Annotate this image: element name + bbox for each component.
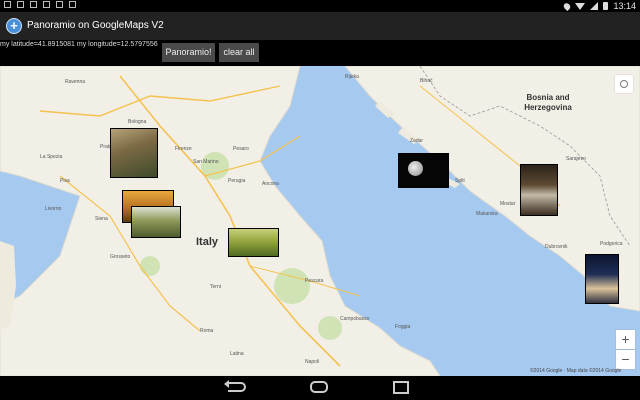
place-label: San Marino	[193, 159, 219, 165]
panoramio-button[interactable]: Panoramio!	[162, 43, 215, 62]
photo-marker-night-tower[interactable]	[585, 254, 619, 304]
signal-icon	[590, 2, 599, 10]
place-label: Zadar	[410, 138, 424, 144]
place-label: Campobasso	[340, 316, 370, 322]
back-icon[interactable]	[224, 380, 246, 392]
place-label: Pisa	[60, 178, 70, 184]
notification-icon	[17, 1, 24, 8]
place-label: Perugia	[228, 178, 246, 184]
coordinates-text: my latitude=41.8915081 my longitude=12.5…	[0, 41, 158, 48]
place-label: Makarska	[476, 211, 498, 217]
location-target-icon	[620, 80, 628, 88]
clear-all-button[interactable]: clear all	[219, 43, 259, 62]
app-compass-icon[interactable]	[6, 18, 22, 34]
place-label: Grosseto	[110, 254, 131, 260]
app-title: Panoramio on GoogleMaps V2	[27, 20, 164, 31]
home-icon[interactable]	[310, 381, 328, 393]
place-label: Split	[455, 178, 465, 184]
place-label: Podgorica	[600, 241, 623, 247]
place-label: Rijeka	[345, 74, 359, 80]
map-attribution: ©2014 Google · Map data ©2014 Google	[530, 368, 622, 374]
zoom-in-button[interactable]: +	[616, 330, 635, 349]
place-label: Ravenna	[65, 79, 86, 85]
notification-icon	[56, 1, 63, 8]
map-view[interactable]: Ravenna Bologna Firenze Prato La Spezia …	[0, 66, 640, 376]
my-location-button[interactable]	[615, 75, 633, 93]
country-label-bosnia: Bosnia and Herzegovina	[524, 93, 572, 112]
notification-icons	[4, 1, 76, 8]
notification-icon	[43, 1, 50, 8]
photo-marker-fields[interactable]	[228, 228, 279, 257]
place-label: La Spezia	[40, 154, 63, 160]
photo-marker-abbey[interactable]	[110, 128, 158, 178]
photo-marker-moon[interactable]	[398, 153, 449, 188]
place-label: Latina	[230, 351, 244, 357]
place-label: Pescara	[305, 278, 324, 284]
navigation-bar	[0, 376, 640, 400]
place-label: Sarajevo	[566, 156, 586, 162]
zoom-out-button[interactable]: −	[616, 350, 635, 369]
clock: 13:14	[613, 1, 636, 11]
place-label: Bologna	[128, 119, 147, 125]
notification-icon	[69, 1, 76, 8]
controls-row: my latitude=41.8915081 my longitude=12.5…	[0, 40, 640, 66]
place-label: Firenze	[175, 146, 192, 152]
status-bar: 13:14	[0, 0, 640, 12]
place-label: Terni	[210, 284, 221, 290]
place-label: Foggia	[395, 324, 411, 330]
notification-icon	[4, 1, 11, 8]
location-icon	[562, 1, 573, 11]
place-label: Dubrovnik	[545, 244, 568, 250]
wifi-icon	[575, 2, 586, 10]
battery-icon	[603, 2, 609, 10]
photo-marker-tuscany[interactable]	[131, 206, 181, 238]
place-label: Pesaro	[233, 146, 249, 152]
place-label: Roma	[200, 328, 214, 334]
place-label: Bihać	[420, 78, 433, 84]
action-bar: Panoramio on GoogleMaps V2	[0, 12, 640, 40]
photo-marker-window[interactable]	[520, 164, 558, 216]
recents-icon[interactable]	[393, 381, 409, 394]
place-label: Mostar	[500, 201, 516, 207]
notification-icon	[30, 1, 37, 8]
place-label: Ancona	[262, 181, 279, 187]
place-label: Livorno	[45, 206, 62, 212]
place-label: Napoli	[305, 359, 320, 365]
country-label-italy: Italy	[196, 236, 219, 248]
place-label: Siena	[95, 216, 108, 222]
